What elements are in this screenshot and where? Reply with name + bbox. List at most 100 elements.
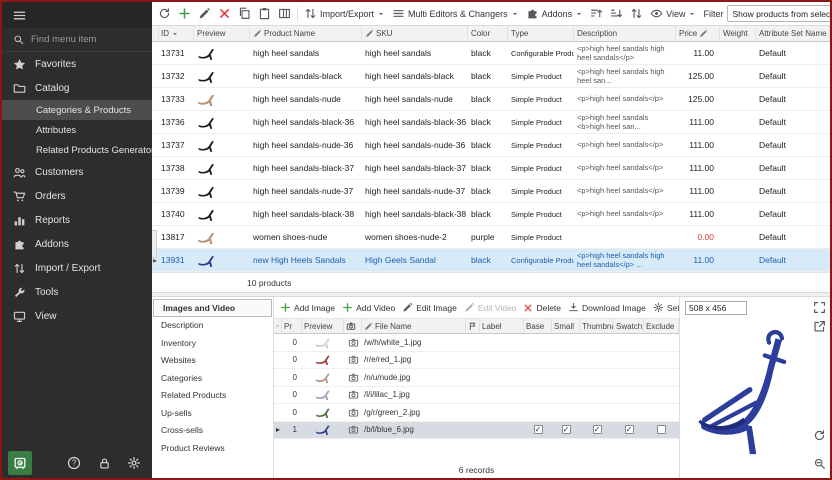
sidebar-item-tools[interactable]: Tools	[2, 280, 152, 304]
shoe-thumbnail	[315, 388, 332, 401]
column-header[interactable]: Pr	[282, 319, 302, 333]
column-header[interactable]: Swatch	[614, 319, 644, 333]
product-row[interactable]: 13817women shoes-nudewomen shoes-nude-2p…	[152, 226, 830, 249]
filter-select[interactable]: Show products from selected categories	[727, 5, 830, 22]
column-header[interactable]: Label	[480, 319, 524, 333]
tab-related-products[interactable]: Related Products	[152, 387, 273, 405]
external-link-icon[interactable]	[813, 320, 826, 333]
product-row[interactable]: 13731high heel sandalshigh heel sandalsb…	[152, 42, 830, 65]
column-header[interactable]: Price	[676, 26, 720, 41]
image-row[interactable]: ▸1/b/l/blue_6.jpg✓✓✓✓	[274, 422, 679, 440]
sidebar-item-orders[interactable]: Orders	[2, 184, 152, 208]
column-header[interactable]: Small	[552, 319, 580, 333]
column-header[interactable]: Color	[468, 26, 508, 41]
column-header[interactable]: Exclude	[644, 319, 679, 333]
sidebar-item-customers[interactable]: Customers	[2, 160, 152, 184]
store-button[interactable]	[8, 451, 32, 475]
image-size-input[interactable]	[685, 301, 747, 315]
paste-button[interactable]	[255, 5, 274, 22]
column-header[interactable]	[344, 319, 362, 333]
column-header[interactable]: Weight	[720, 26, 756, 41]
refresh-button[interactable]	[155, 5, 174, 22]
sidebar-search-input[interactable]: Find menu item	[2, 28, 152, 52]
sidebar-item-attributes[interactable]: Attributes	[2, 120, 152, 140]
sidebar-item-import-export[interactable]: Import / Export	[2, 256, 152, 280]
settings-button[interactable]	[122, 451, 146, 475]
column-header[interactable]: Description	[574, 26, 676, 41]
panel-resize-handle[interactable]	[152, 230, 157, 258]
delete-image-button[interactable]: Delete	[520, 301, 564, 315]
edit-video-button[interactable]: Edit Video	[461, 300, 520, 315]
product-row[interactable]: 13733high heel sandals-nudehigh heel san…	[152, 88, 830, 111]
hamburger-menu-button[interactable]	[2, 2, 152, 28]
product-row[interactable]: 13736high heel sandals-black-36high heel…	[152, 111, 830, 134]
checkbox[interactable]: ✓	[562, 425, 571, 434]
addons-dropdown[interactable]: Addons	[523, 5, 587, 22]
product-row[interactable]: 13739high heel sandals-nude-37high heel …	[152, 180, 830, 203]
product-cell: Default	[756, 186, 830, 196]
tab-product-reviews[interactable]: Product Reviews	[152, 439, 273, 457]
column-header[interactable]: Preview	[302, 319, 344, 333]
sort-descending-button[interactable]	[607, 5, 626, 22]
view-dropdown[interactable]: View	[647, 5, 699, 22]
product-row[interactable]: 13738high heel sandals-black-37high heel…	[152, 157, 830, 180]
column-header[interactable]: File Name	[362, 319, 466, 333]
image-row[interactable]: 0/r/e/red_1.jpg	[274, 352, 679, 370]
sidebar-item-view[interactable]: View	[2, 304, 152, 328]
column-header[interactable]	[466, 319, 480, 333]
edit-image-button[interactable]: Edit Image	[399, 300, 460, 315]
columns-button[interactable]	[275, 5, 294, 22]
column-header[interactable]: Product Name	[250, 26, 362, 41]
tab-images-and-video[interactable]: Images and Video	[153, 299, 272, 317]
tab-categories[interactable]: Categories	[152, 369, 273, 387]
help-button[interactable]	[62, 451, 86, 475]
product-row[interactable]: 13740high heel sandals-black-38high heel…	[152, 203, 830, 226]
zoom-icon[interactable]	[813, 457, 826, 470]
image-row[interactable]: 0/l/i/lilac_1.jpg	[274, 387, 679, 405]
column-header[interactable]: Preview	[194, 26, 250, 41]
sidebar-item-catalog[interactable]: Catalog	[2, 76, 152, 100]
tab-up-sells[interactable]: Up-sells	[152, 404, 273, 422]
column-header[interactable]: Type	[508, 26, 574, 41]
tab-description[interactable]: Description	[152, 317, 273, 335]
sidebar-item-reports[interactable]: Reports	[2, 208, 152, 232]
download-image-button[interactable]: Download Image	[565, 300, 649, 315]
tab-websites[interactable]: Websites	[152, 352, 273, 370]
checkbox[interactable]: ✓	[625, 425, 634, 434]
column-header[interactable]: ID	[158, 26, 194, 41]
sidebar-item-addons[interactable]: Addons	[2, 232, 152, 256]
sidebar-item-categories-products[interactable]: Categories & Products	[2, 100, 152, 120]
column-header[interactable]: Base	[524, 319, 552, 333]
image-row[interactable]: 0/w/h/white_1.jpg	[274, 334, 679, 352]
tab-inventory[interactable]: Inventory	[152, 334, 273, 352]
product-row[interactable]: 13732high heel sandals-blackhigh heel sa…	[152, 65, 830, 88]
checkbox[interactable]: ✓	[534, 425, 543, 434]
add-video-button[interactable]: Add Video	[339, 300, 398, 315]
expand-icon[interactable]	[813, 301, 826, 314]
column-header[interactable]	[274, 319, 282, 333]
tab-cross-sells[interactable]: Cross-sells	[152, 422, 273, 440]
lock-button[interactable]	[92, 451, 116, 475]
import-export-dropdown[interactable]: Import/Export	[301, 5, 388, 22]
add-image-button[interactable]: Add Image	[277, 300, 338, 315]
delete-product-button[interactable]	[215, 5, 234, 22]
add-product-button[interactable]	[175, 5, 194, 22]
refresh-icon[interactable]	[813, 429, 826, 442]
column-header[interactable]: Attribute Set Name	[756, 26, 830, 41]
column-header[interactable]: Thumbna	[580, 319, 614, 333]
column-header[interactable]: SKU	[362, 26, 468, 41]
product-row[interactable]: 13737high heel sandals-nude-36high heel …	[152, 134, 830, 157]
image-row[interactable]: 0/n/u/nude.jpg	[274, 369, 679, 387]
set-resize-rule-button[interactable]: Set Resize Rule	[650, 300, 679, 315]
sidebar-item-favorites[interactable]: Favorites	[2, 52, 152, 76]
sort-ascending-button[interactable]	[587, 5, 606, 22]
edit-product-button[interactable]	[195, 5, 214, 22]
image-row[interactable]: 0/g/r/green_2.jpg	[274, 404, 679, 422]
sidebar-item-related-products-generator[interactable]: Related Products Generator	[2, 140, 152, 160]
checkbox[interactable]	[657, 425, 666, 434]
checkbox[interactable]: ✓	[593, 425, 602, 434]
clear-sort-button[interactable]	[627, 5, 646, 22]
copy-button[interactable]	[235, 5, 254, 22]
product-row[interactable]: ▸13931new High Heels SandalsHigh Geels S…	[152, 249, 830, 272]
multi-editors-dropdown[interactable]: Multi Editors & Changers	[389, 5, 522, 22]
